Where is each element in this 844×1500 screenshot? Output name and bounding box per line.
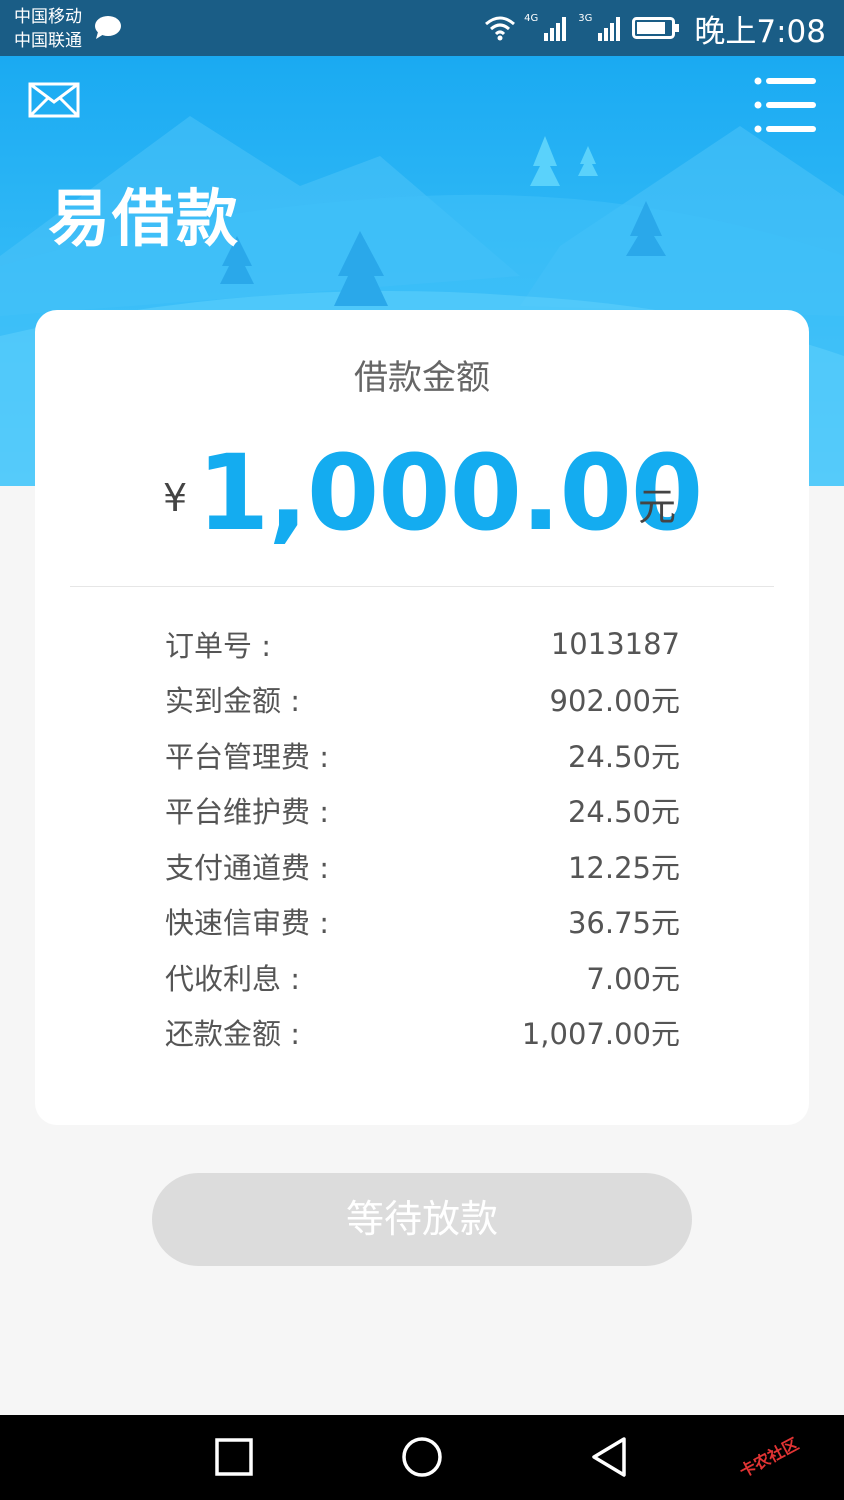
detail-label: 支付通道费 : — [165, 850, 329, 885]
system-nav-bar: 卡农社区 — [0, 1415, 844, 1500]
carrier-1: 中国移动 — [14, 7, 82, 27]
watermark: 卡农社区 — [736, 1434, 802, 1482]
detail-value: 36.75元 — [567, 906, 680, 941]
carrier-info: 中国移动 中国联通 — [14, 5, 82, 53]
amount-unit: 元 — [638, 485, 677, 529]
detail-row-platform-maintenance-fee: 平台维护费 : 24.50元 — [165, 783, 680, 839]
divider — [70, 586, 774, 587]
loan-amount-label: 借款金额 — [354, 358, 490, 398]
detail-label: 平台维护费 : — [165, 795, 329, 830]
battery-icon — [632, 17, 680, 39]
detail-value: 12.25元 — [567, 850, 680, 885]
detail-label: 实到金额 : — [165, 684, 300, 719]
detail-value: 1,007.00元 — [521, 1017, 680, 1052]
awaiting-disbursement-button[interactable]: 等待放款 — [152, 1173, 692, 1266]
detail-value: 902.00元 — [549, 684, 680, 719]
detail-row-platform-management-fee: 平台管理费 : 24.50元 — [165, 727, 680, 783]
detail-value: 7.00元 — [586, 961, 680, 996]
detail-row-repayment-amount: 还款金额 : 1,007.00元 — [165, 1005, 680, 1061]
chat-bubble-icon — [95, 16, 121, 39]
signal-2-label: 3G — [578, 12, 593, 24]
detail-row-payment-channel-fee: 支付通道费 : 12.25元 — [165, 838, 680, 894]
carrier-2: 中国联通 — [14, 31, 82, 51]
triangle-back-icon[interactable] — [588, 1435, 632, 1479]
detail-value: 24.50元 — [567, 795, 680, 830]
square-icon[interactable] — [214, 1437, 254, 1477]
detail-label: 快速信审费 : — [165, 906, 329, 941]
wifi-icon — [485, 16, 516, 41]
detail-row-received-amount: 实到金额 : 902.00元 — [165, 672, 680, 728]
loan-details: 订单号 : 1013187 实到金额 : 902.00元 平台管理费 : 24.… — [165, 616, 680, 1060]
detail-label: 代收利息 : — [165, 961, 300, 996]
loan-amount: ¥ 1,000.00 元 — [35, 432, 809, 554]
app-title: 易借款 — [48, 182, 241, 255]
detail-row-interest: 代收利息 : 7.00元 — [165, 949, 680, 1005]
detail-value: 1013187 — [550, 626, 680, 661]
amount-value: 1,000.00 — [197, 432, 703, 554]
signal-1-label: 4G — [524, 12, 539, 24]
currency-symbol: ¥ — [163, 476, 188, 520]
detail-label: 还款金额 : — [165, 1017, 300, 1052]
detail-row-fast-review-fee: 快速信审费 : 36.75元 — [165, 894, 680, 950]
circle-icon[interactable] — [400, 1435, 444, 1479]
mail-icon[interactable] — [28, 82, 80, 118]
status-indicators: 4G 3G 晚上7:08 — [484, 0, 826, 56]
menu-icon[interactable] — [754, 76, 816, 134]
loan-card: 借款金额 ¥ 1,000.00 元 订单号 : 1013187 实到金额 : 9… — [35, 310, 809, 1125]
detail-label: 订单号 : — [165, 628, 271, 663]
status-bar: 中国移动 中国联通 4G 3G 晚上7:08 — [0, 0, 844, 56]
detail-value: 24.50元 — [567, 739, 680, 774]
clock: 晚上7:08 — [694, 13, 826, 50]
signal-1-icon — [544, 17, 567, 41]
signal-2-icon — [598, 17, 621, 41]
detail-row-order-number: 订单号 : 1013187 — [165, 616, 680, 672]
detail-label: 平台管理费 : — [165, 739, 329, 774]
